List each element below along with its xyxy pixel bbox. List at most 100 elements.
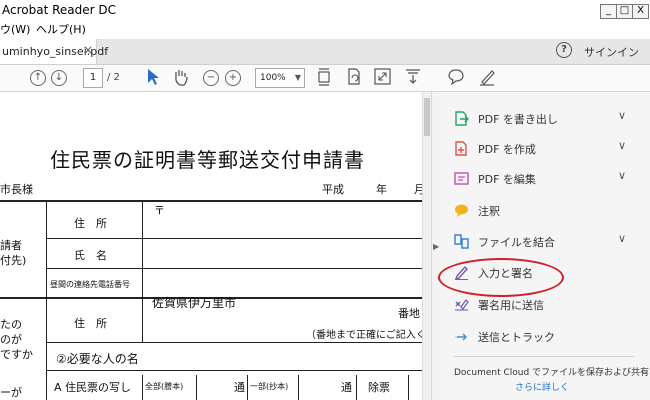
tool-send-track[interactable]: 送信とトラック [440, 322, 650, 352]
page-total: / 2 [107, 72, 120, 83]
chevron-down-icon[interactable]: ∨ [618, 169, 626, 182]
zoom-select[interactable]: 100% ▼ [255, 68, 305, 88]
scrollbar-thumb[interactable] [424, 98, 430, 136]
name-label: 氏 名 [74, 249, 107, 262]
banchi-label: 番地 [398, 307, 420, 320]
addressee: 市長様 [0, 183, 33, 196]
row-line [46, 268, 422, 269]
column-line [356, 375, 357, 400]
row-line [46, 342, 422, 343]
combine-files-icon [454, 234, 469, 249]
sign-tool-icon[interactable] [478, 67, 496, 86]
export-pdf-icon [455, 111, 469, 126]
tool-comment[interactable]: 注釈 [440, 196, 650, 226]
column-line [142, 375, 143, 400]
postal-mark: 〒 [154, 204, 165, 217]
full-screen-icon[interactable] [374, 68, 391, 85]
help-icon[interactable]: ? [556, 42, 572, 58]
select-tool-icon[interactable] [147, 68, 159, 86]
jumin-copy-label: A 住民票の写し [54, 381, 132, 394]
zoom-value: 100% [260, 73, 286, 83]
hand-tool-icon[interactable] [172, 68, 189, 86]
ichibu-label: 一部(抄本) [250, 382, 289, 391]
next-page-icon[interactable]: ↓ [51, 70, 67, 86]
column-line [408, 375, 409, 400]
row-line [46, 238, 422, 239]
phone-label: 昼間の連絡先電話番号 [50, 280, 130, 289]
need-person-label: ②必要な人の名 [56, 352, 139, 366]
target-city: 佐賀県伊万里市 [152, 296, 237, 310]
highlight-annotation [438, 258, 564, 297]
tool-edit-pdf[interactable]: PDF を編集 ∨ [440, 164, 650, 194]
panel-divider [454, 356, 634, 357]
create-pdf-icon [455, 141, 467, 156]
read-mode-icon[interactable] [404, 67, 422, 87]
applicant-label: 付先) [0, 254, 27, 267]
tool-label: 注釈 [478, 205, 500, 218]
tool-label: PDF を作成 [478, 143, 536, 156]
chevron-down-icon: ▼ [294, 73, 301, 82]
comment-tool-icon[interactable] [447, 68, 465, 85]
address-label: 住 所 [74, 217, 107, 230]
signin-link[interactable]: サインイン [584, 44, 639, 60]
zenbu-label: 全部(謄本) [145, 382, 184, 391]
cloud-promo-text: Document Cloud でファイルを保存および共有 [454, 368, 650, 378]
minimize-button[interactable]: _ [600, 4, 617, 19]
row-label: ーが [0, 386, 22, 399]
column-line [196, 375, 197, 400]
zoom-out-icon[interactable]: − [203, 70, 219, 86]
send-for-signature-icon [455, 299, 469, 311]
menu-window[interactable]: ウ(W) [0, 22, 30, 38]
document-page: 住民票の証明書等郵送交付申請書 市長様 平成 年 月 請者 付先) 住 所 〒 … [0, 92, 422, 400]
menu-bar: ウ(W) ヘルプ(H) [0, 22, 650, 39]
zoom-in-icon[interactable]: + [225, 70, 241, 86]
document-tab[interactable]: uminhyo_sinsei.pdf × [0, 39, 108, 64]
rotate-page-icon[interactable] [346, 67, 362, 87]
scroll-mode-icon[interactable] [316, 67, 332, 87]
era-label: 平成 [322, 183, 344, 196]
month-label: 月 [414, 183, 422, 196]
target-address-label: 住 所 [74, 317, 107, 330]
maximize-button[interactable]: □ [616, 4, 633, 19]
learn-more-link[interactable]: さらに詳しく [515, 380, 569, 393]
tab-close-icon[interactable]: × [83, 43, 93, 57]
target-label: たの [0, 318, 22, 331]
window-title: Acrobat Reader DC [2, 3, 116, 17]
close-window-button[interactable]: X [632, 4, 649, 19]
column-line [247, 375, 248, 400]
column-line [142, 200, 143, 342]
title-bar: Acrobat Reader DC _ □ X [0, 0, 650, 23]
year-label: 年 [376, 183, 387, 196]
address-note: （番地まで正確にご記入く [306, 330, 422, 341]
send-track-icon [455, 333, 467, 341]
tab-bar: uminhyo_sinsei.pdf × [0, 39, 650, 65]
edit-pdf-icon [454, 172, 469, 185]
previous-page-icon[interactable]: ↑ [30, 70, 46, 86]
tsu-label: 通 [234, 381, 245, 394]
chevron-down-icon[interactable]: ∨ [618, 139, 626, 152]
table-top-border [0, 200, 422, 202]
chevron-right-icon[interactable]: ▶ [433, 242, 439, 251]
column-line [298, 375, 299, 400]
tool-create-pdf[interactable]: PDF を作成 ∨ [440, 134, 650, 164]
form-title: 住民票の証明書等郵送交付申請書 [50, 148, 365, 172]
tool-label: 署名用に送信 [478, 299, 544, 312]
chevron-down-icon[interactable]: ∨ [618, 109, 626, 122]
tool-label: ファイルを結合 [478, 236, 555, 249]
tsu-label: 通 [341, 381, 352, 394]
target-label: ですか [0, 348, 33, 361]
tool-label: PDF を書き出し [478, 113, 558, 126]
comment-icon [455, 204, 468, 217]
tool-label: 送信とトラック [478, 331, 555, 344]
target-label: のが [0, 333, 22, 346]
jogai-label: 除票 [368, 381, 390, 394]
applicant-label: 請者 [0, 239, 22, 252]
tool-combine-files[interactable]: ファイルを結合 ∨ [440, 227, 650, 257]
tool-export-pdf[interactable]: PDF を書き出し ∨ [440, 104, 650, 134]
page-number-input[interactable]: 1 [83, 68, 103, 88]
chevron-down-icon[interactable]: ∨ [618, 232, 626, 245]
row-line [46, 370, 422, 371]
tool-label: PDF を編集 [478, 173, 536, 186]
column-line [46, 200, 47, 400]
menu-help[interactable]: ヘルプ(H) [36, 22, 86, 38]
